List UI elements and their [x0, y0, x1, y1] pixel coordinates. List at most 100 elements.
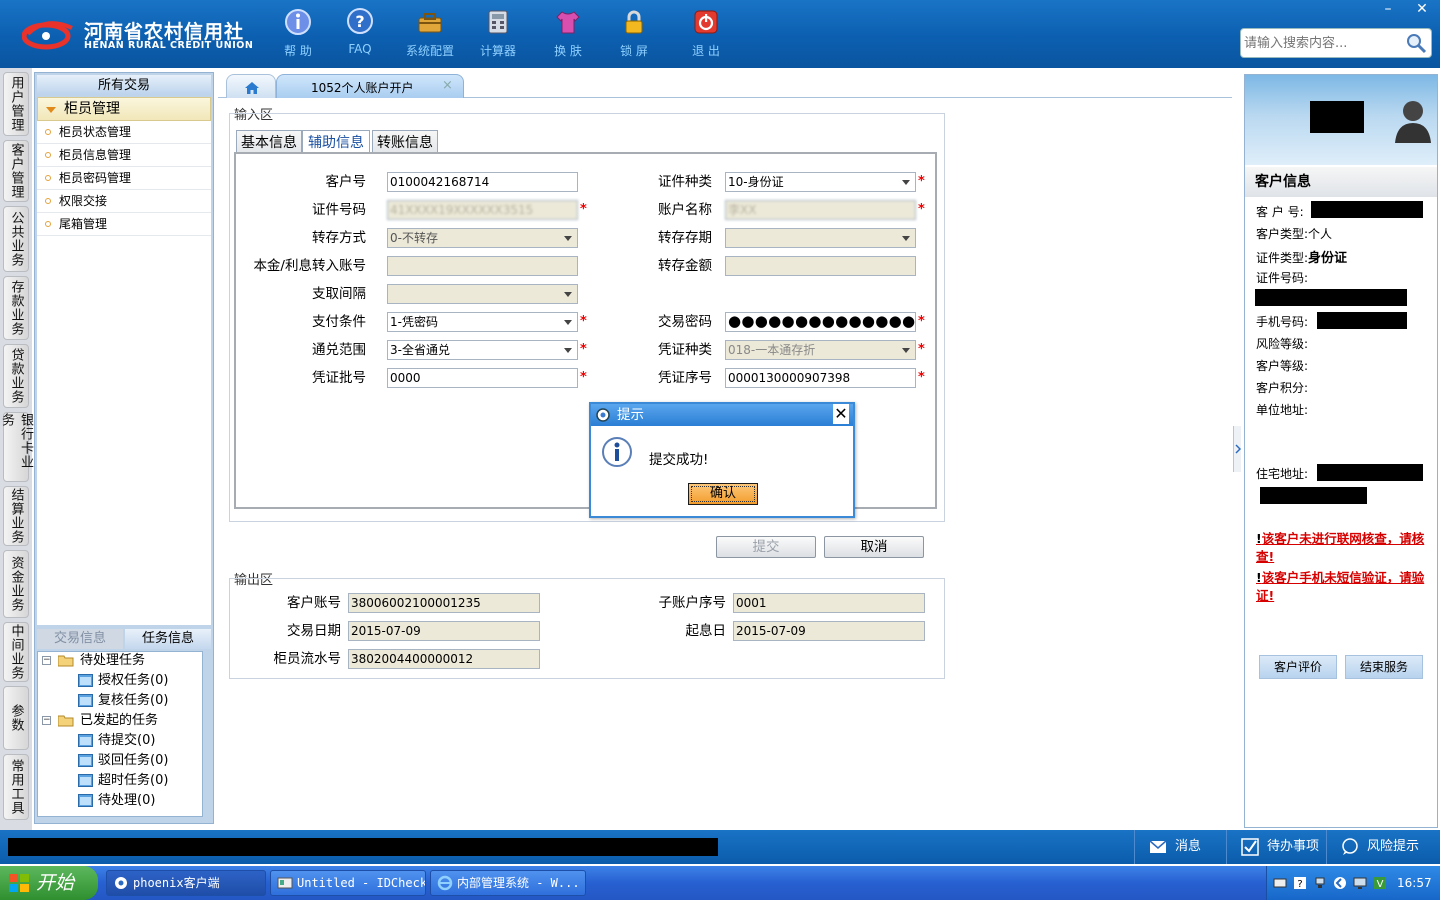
taskbar-idcheck[interactable]: Untitled - IDCheck	[270, 870, 426, 896]
info-icon	[285, 9, 311, 35]
module-tab-params[interactable]: 参数	[3, 686, 29, 750]
required-mark: *	[580, 342, 587, 357]
success-dialog: 提示 ✕ 提交成功! 确认	[589, 402, 855, 518]
chevron-right-icon	[1235, 444, 1241, 454]
info-icon	[602, 437, 632, 467]
module-tab-settlement[interactable]: 结算业务	[3, 486, 29, 546]
window-close-button[interactable]: ✕	[1406, 0, 1438, 18]
nav-item-teller-password[interactable]: 柜员密码管理	[37, 167, 211, 190]
toolbar-lock-button[interactable]: 锁 屏	[604, 6, 664, 62]
module-tab-customer[interactable]: 客户管理	[3, 140, 29, 202]
start-button[interactable]: 开始	[0, 866, 98, 900]
module-tab-user[interactable]: 用户管理	[3, 72, 29, 136]
dialog-confirm-button[interactable]: 确认	[688, 483, 758, 505]
label-voucher-seq: 凭证序号	[658, 370, 712, 386]
taskbar-internal-system[interactable]: 内部管理系统 - W...	[430, 870, 586, 896]
network-check-warning-link[interactable]: !该客户未进行联网核查，请核查!	[1256, 530, 1436, 566]
nav-item-teller-info[interactable]: 柜员信息管理	[37, 144, 211, 167]
voucher-batch-input[interactable]: 0000	[387, 368, 578, 388]
withdraw-interval-select[interactable]	[387, 284, 578, 304]
trade-password-input[interactable]: ●●●●●●●●●●●●●●●	[725, 312, 916, 332]
nav-item-permission-handover[interactable]: 权限交接	[37, 190, 211, 213]
deposit-method-select[interactable]: 0-不转存	[387, 228, 578, 248]
risk-alert-button[interactable]: 风险提示	[1326, 830, 1440, 864]
svg-text:V: V	[1377, 879, 1384, 890]
label-withdraw-interval: 支取间隔	[312, 286, 366, 302]
arrow-left-icon[interactable]	[1333, 876, 1347, 890]
transaction-nav-panel: 所有交易 柜员管理 柜员状态管理 柜员信息管理 柜员密码管理 权限交接 尾箱管理…	[34, 72, 214, 824]
window-minimize-button[interactable]: –	[1372, 0, 1404, 18]
nav-item-teller-status[interactable]: 柜员状态管理	[37, 121, 211, 144]
nav-item-cash-box[interactable]: 尾箱管理	[37, 213, 211, 236]
account-name-input[interactable]: 李XX	[725, 200, 916, 220]
module-tab-loan[interactable]: 贷款业务	[3, 344, 29, 408]
network-icon[interactable]	[1313, 876, 1327, 890]
module-tab-fund[interactable]: 资金业务	[3, 550, 29, 618]
required-mark: *	[580, 370, 587, 385]
sms-verify-warning-link[interactable]: !该客户手机未短信验证，请验证!	[1256, 569, 1436, 605]
label-transfer-amount: 转存金额	[658, 258, 712, 274]
ie-browser-icon	[437, 875, 453, 891]
module-tab-card[interactable]: 银行卡业务	[0, 412, 33, 482]
todo-button[interactable]: 待办事项	[1226, 830, 1326, 864]
toolbar-exit-button[interactable]: 退 出	[676, 6, 736, 62]
toolbar-calculator-button[interactable]: 计算器	[468, 6, 528, 62]
dialog-title: 提示	[617, 407, 644, 423]
voucher-type-select[interactable]: 018-一本通存折	[725, 340, 916, 360]
taskbar-phoenix-client[interactable]: phoenix客户端	[106, 870, 266, 896]
transfer-account-input[interactable]	[387, 256, 578, 276]
label-voucher-type: 凭证种类	[658, 342, 712, 358]
cancel-button[interactable]: 取消	[824, 536, 924, 558]
toolbar-skin-button[interactable]: 换 肤	[538, 6, 598, 62]
keyboard-icon[interactable]	[1273, 876, 1287, 890]
pay-condition-select[interactable]: 1-凭密码	[387, 312, 578, 332]
customer-account-output: 38006002100001235	[348, 593, 540, 613]
voucher-seq-input[interactable]: 0000130000907398	[725, 368, 916, 388]
collapse-icon[interactable]: −	[42, 716, 51, 725]
help-icon[interactable]: ?	[1293, 876, 1307, 890]
tab-transaction-info[interactable]: 交易信息	[37, 629, 123, 649]
security-shield-icon[interactable]: V	[1373, 876, 1387, 890]
end-service-button[interactable]: 结束服务	[1345, 655, 1423, 679]
subtab-basic-info[interactable]: 基本信息	[236, 130, 302, 154]
id-type-select[interactable]: 10-身份证	[725, 172, 916, 192]
required-mark: *	[918, 314, 925, 329]
os-taskbar: 开始 phoenix客户端 Untitled - IDCheck 内部管理系统 …	[0, 866, 1440, 900]
logo-english-name: HENAN RURAL CREDIT UNION	[84, 40, 254, 51]
nav-bottom-tabs: 交易信息 任务信息	[37, 629, 211, 649]
module-tabs: 用户管理 客户管理 公共业务 存款业务 贷款业务 银行卡业务 结算业务 资金业务…	[0, 68, 33, 830]
tab-task-info[interactable]: 任务信息	[125, 629, 211, 649]
customer-rating-button[interactable]: 客户评价	[1259, 655, 1337, 679]
id-no-input[interactable]: 41XXXX19XXXXXX3515	[387, 200, 578, 220]
module-tab-intermediary[interactable]: 中间业务	[3, 622, 29, 682]
submit-button[interactable]: 提交	[716, 536, 816, 558]
tab-close-icon[interactable]: ×	[442, 78, 453, 93]
transfer-amount-input[interactable]	[725, 256, 916, 276]
dialog-close-button[interactable]: ✕	[833, 404, 849, 424]
tab-personal-account-open[interactable]: 1052个人账户开户 ×	[276, 74, 464, 98]
messages-button[interactable]: 消息	[1134, 830, 1226, 864]
toolbar-faq-button[interactable]: ? FAQ	[330, 6, 390, 62]
search-icon[interactable]	[1405, 32, 1427, 54]
toolbar-config-button[interactable]: 系统配置	[400, 6, 460, 62]
folder-open-icon	[58, 655, 74, 667]
toolbar-help-label: 帮 助	[284, 44, 312, 58]
tab-home[interactable]	[226, 74, 276, 98]
label-customer-account: 客户账号	[287, 595, 341, 611]
deposit-term-select[interactable]	[725, 228, 916, 248]
label-deposit-term: 转存存期	[658, 230, 712, 246]
customer-no-input[interactable]: 0100042168714	[387, 172, 578, 192]
module-tab-deposit[interactable]: 存款业务	[3, 276, 29, 340]
customer-photo-area	[1245, 75, 1437, 165]
nav-group-teller-management[interactable]: 柜员管理	[37, 97, 211, 121]
collapse-icon[interactable]: −	[42, 656, 51, 665]
toolbar-help-button[interactable]: 帮 助	[268, 6, 328, 62]
panel-collapse-handle[interactable]	[1233, 426, 1241, 472]
subtab-transfer-info[interactable]: 转账信息	[372, 130, 438, 154]
monitor-icon[interactable]	[1353, 876, 1367, 890]
module-tab-tools[interactable]: 常用工具	[3, 754, 29, 820]
label-pay-condition: 支付条件	[312, 314, 366, 330]
module-tab-public[interactable]: 公共业务	[3, 206, 29, 272]
exchange-scope-select[interactable]: 3-全省通兑	[387, 340, 578, 360]
search-input[interactable]	[1244, 33, 1404, 53]
